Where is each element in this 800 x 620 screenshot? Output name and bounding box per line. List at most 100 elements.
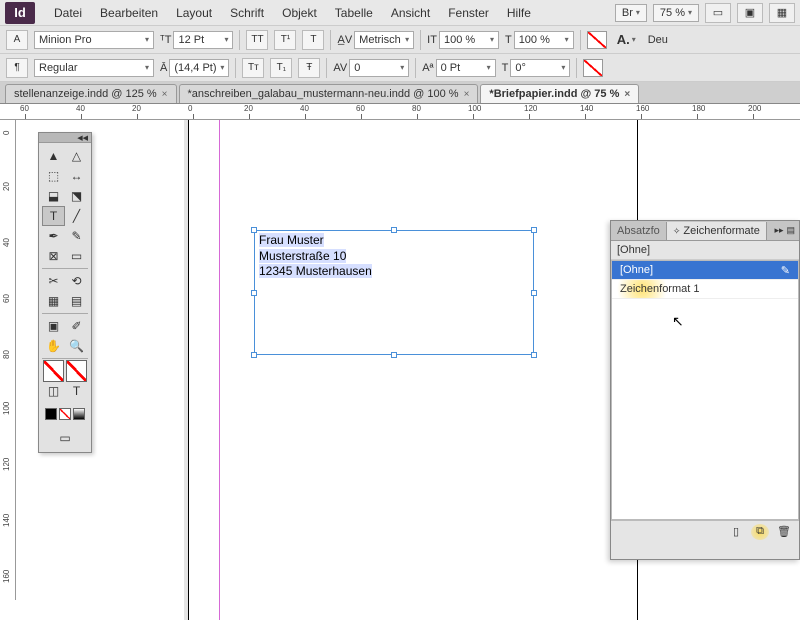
baseline-icon: Aª xyxy=(422,62,433,74)
doc-tab-2[interactable]: *anschreiben_galabau_mustermann-neu.indd… xyxy=(179,84,479,103)
menu-layout[interactable]: Layout xyxy=(167,6,221,20)
line-tool[interactable]: ╱ xyxy=(65,206,88,226)
tracking-select[interactable]: 0▾ xyxy=(349,59,409,77)
skew-icon: T xyxy=(502,62,509,74)
menu-bearbeiten[interactable]: Bearbeiten xyxy=(91,6,167,20)
delete-style-icon[interactable]: 🗑 xyxy=(775,524,793,540)
para-format-icon[interactable]: ¶ xyxy=(6,58,28,78)
horizontal-ruler[interactable]: 604020020406080100120140160180200 xyxy=(0,104,800,120)
page-tool[interactable]: ⬚ xyxy=(42,166,65,186)
default-stroke-swatch[interactable] xyxy=(59,408,71,420)
leading-select[interactable]: (14,4 Pt)▾ xyxy=(169,59,229,77)
resize-handle[interactable] xyxy=(391,227,397,233)
rectangle-tool[interactable]: ▭ xyxy=(65,246,88,266)
apply-none-swatch[interactable] xyxy=(73,408,85,420)
zoom-select[interactable]: 75 % ▾ xyxy=(653,4,699,22)
hscale-select[interactable]: 100 %▾ xyxy=(439,31,499,49)
font-family-select[interactable]: Minion Pro▾ xyxy=(34,31,154,49)
view-mode-normal[interactable]: ▭ xyxy=(43,428,87,448)
selection-tool[interactable]: ▲ xyxy=(42,146,65,166)
hand-tool[interactable]: ✋ xyxy=(42,336,65,356)
gap-tool[interactable]: ↔ xyxy=(65,166,88,186)
new-group-icon[interactable]: ▯ xyxy=(727,524,745,540)
content-placer-tool[interactable]: ⬔ xyxy=(65,186,88,206)
stroke-none-icon[interactable] xyxy=(583,59,603,77)
menu-objekt[interactable]: Objekt xyxy=(273,6,326,20)
char-format-icon[interactable]: A xyxy=(6,30,28,50)
content-collector-tool[interactable]: ⬓ xyxy=(42,186,65,206)
kerning-select[interactable]: Metrisch▾ xyxy=(354,31,414,49)
gradient-swatch-tool[interactable]: ▦ xyxy=(42,291,65,311)
menu-fenster[interactable]: Fenster xyxy=(439,6,498,20)
allcaps-button[interactable]: TT xyxy=(246,30,268,50)
strikethrough-button[interactable]: Ŧ xyxy=(298,58,320,78)
free-transform-tool[interactable]: ⟲ xyxy=(65,271,88,291)
resize-handle[interactable] xyxy=(251,290,257,296)
format-text-icon[interactable]: T xyxy=(65,381,88,401)
arrange-icon[interactable]: ▦ xyxy=(769,3,795,23)
panel-tab-char-styles[interactable]: ✧ Zeichenformate xyxy=(667,222,767,240)
smallcaps-button[interactable]: Tᴛ xyxy=(242,58,264,78)
resize-handle[interactable] xyxy=(531,227,537,233)
baseline-select[interactable]: 0 Pt▾ xyxy=(436,59,496,77)
panel-collapse-icon[interactable]: ▸▸ xyxy=(774,225,783,236)
char-styles-list: [Ohne] ✎ Zeichenformat 1 xyxy=(611,260,799,520)
underline-button[interactable]: T xyxy=(302,30,324,50)
text-frame-content[interactable]: Frau Muster Musterstraße 10 12345 Muster… xyxy=(255,231,533,282)
close-icon[interactable]: × xyxy=(624,89,630,100)
style-item-none[interactable]: [Ohne] ✎ xyxy=(612,261,798,280)
eyedropper-tool[interactable]: ✐ xyxy=(65,316,88,336)
vscale-select[interactable]: 100 %▾ xyxy=(514,31,574,49)
fill-none-icon[interactable] xyxy=(587,31,607,49)
note-tool[interactable]: ▣ xyxy=(42,316,65,336)
skew-select[interactable]: 0°▾ xyxy=(510,59,570,77)
tools-panel: ◀◀ ▲ △ ⬚ ↔ ⬓ ⬔ T ╱ ✒ ✎ ⊠ ▭ ✂ ⟲ ▦ ▤ ▣ ✐ ✋… xyxy=(38,132,92,453)
stroke-swatch[interactable] xyxy=(65,361,88,381)
close-icon[interactable]: × xyxy=(162,89,168,100)
close-icon[interactable]: × xyxy=(464,89,470,100)
menu-datei[interactable]: Datei xyxy=(45,6,91,20)
screen-mode-icon[interactable]: ▣ xyxy=(737,3,763,23)
style-item-zeichenformat-1[interactable]: Zeichenformat 1 xyxy=(612,280,798,299)
resize-handle[interactable] xyxy=(531,352,537,358)
type-tool[interactable]: T xyxy=(42,206,65,226)
format-container-icon[interactable]: ◫ xyxy=(42,381,65,401)
direct-selection-tool[interactable]: △ xyxy=(65,146,88,166)
panel-collapse-icon[interactable]: ◀◀ xyxy=(39,133,91,143)
superscript-button[interactable]: T¹ xyxy=(274,30,296,50)
menu-schrift[interactable]: Schrift xyxy=(221,6,273,20)
subscript-button[interactable]: T₁ xyxy=(270,58,292,78)
menu-ansicht[interactable]: Ansicht xyxy=(382,6,439,20)
resize-handle[interactable] xyxy=(251,352,257,358)
document-tab-bar: stellenanzeige.indd @ 125 %× *anschreibe… xyxy=(0,82,800,104)
font-weight-select[interactable]: Regular▾ xyxy=(34,59,154,77)
gradient-feather-tool[interactable]: ▤ xyxy=(65,291,88,311)
pencil-tool[interactable]: ✎ xyxy=(65,226,88,246)
control-bar-1: A Minion Pro▾ ᵀT 12 Pt▾ TT T¹ T A̲V Metr… xyxy=(0,26,800,54)
bridge-button[interactable]: Br ▾ xyxy=(615,4,647,22)
default-fill-swatch[interactable] xyxy=(45,408,57,420)
font-size-select[interactable]: 12 Pt▾ xyxy=(173,31,233,49)
vertical-ruler[interactable]: 020406080100120140160 xyxy=(0,120,16,600)
resize-handle[interactable] xyxy=(531,290,537,296)
pen-tool[interactable]: ✒ xyxy=(42,226,65,246)
hscale-icon: IT xyxy=(427,34,437,46)
leading-icon: Ā xyxy=(160,62,167,74)
doc-tab-1[interactable]: stellenanzeige.indd @ 125 %× xyxy=(5,84,177,103)
menu-hilfe[interactable]: Hilfe xyxy=(498,6,540,20)
panel-tab-paragraph-styles[interactable]: Absatzfo xyxy=(611,222,667,240)
kerning-icon: A̲V xyxy=(337,34,352,46)
scissors-tool[interactable]: ✂ xyxy=(42,271,65,291)
rectangle-frame-tool[interactable]: ⊠ xyxy=(42,246,65,266)
new-style-icon[interactable]: ⧉ xyxy=(751,524,769,540)
resize-handle[interactable] xyxy=(251,227,257,233)
panel-menu-icon[interactable]: ▤ xyxy=(786,225,795,236)
doc-tab-3[interactable]: *Briefpapier.indd @ 75 %× xyxy=(480,84,639,103)
menu-tabelle[interactable]: Tabelle xyxy=(326,6,382,20)
app-logo: Id xyxy=(5,2,35,24)
view-mode-icon[interactable]: ▭ xyxy=(705,3,731,23)
resize-handle[interactable] xyxy=(391,352,397,358)
text-frame[interactable]: Frau Muster Musterstraße 10 12345 Muster… xyxy=(254,230,534,355)
fill-swatch[interactable] xyxy=(42,361,65,381)
zoom-tool[interactable]: 🔍 xyxy=(65,336,88,356)
